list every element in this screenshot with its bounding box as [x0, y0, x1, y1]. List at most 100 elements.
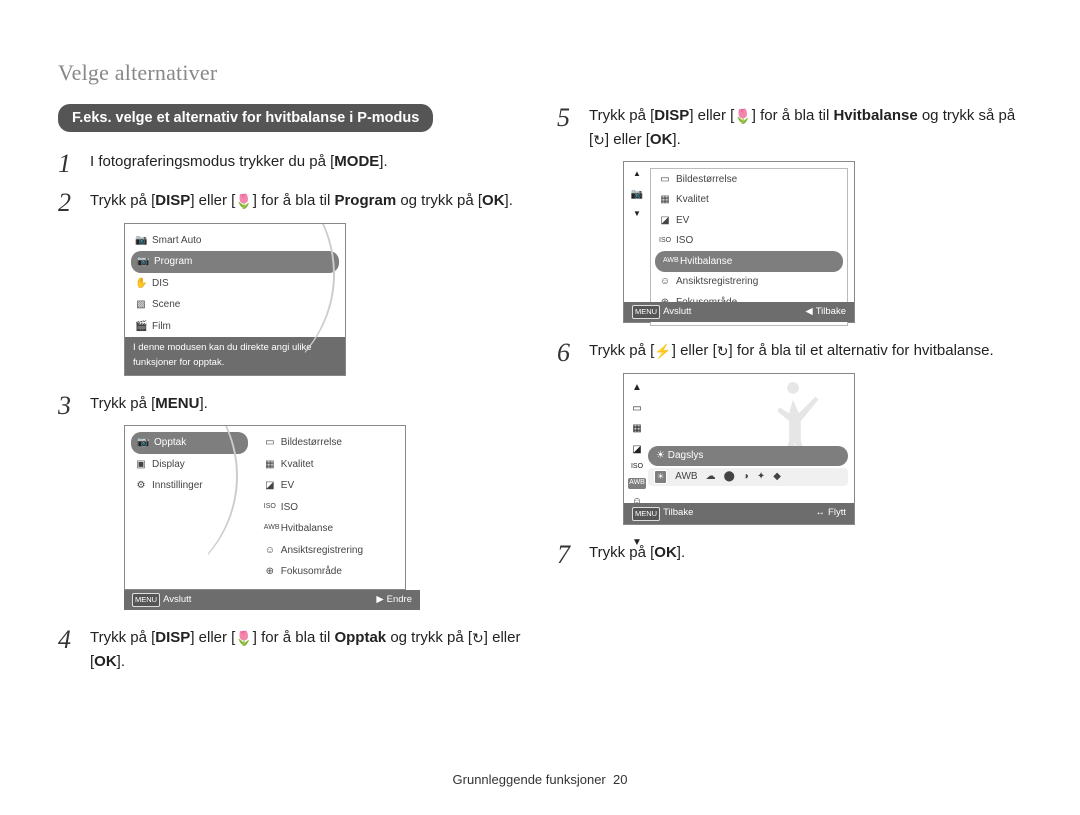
lcd3-right-item: ISO ISO: [254, 497, 405, 519]
step-2: 2 Trykk på [DISP] eller [🌷] for å bla ti…: [58, 189, 523, 376]
menu-btn-icon: MENU: [632, 305, 660, 319]
lcd3-right-item: ⊕Fokusområde: [254, 561, 405, 583]
step-number: 4: [58, 620, 71, 660]
menu-btn-icon: MENU: [632, 507, 660, 521]
step-1: 1 I fotograferingsmodus trykker du på [M…: [58, 150, 523, 173]
lcd1-item: ✋DIS: [125, 273, 345, 295]
lcd3-right-item: AWBHvitbalanse: [254, 518, 405, 540]
lcd5-footer: MENUAvslutt ◀Tilbake: [624, 302, 854, 323]
scene-icon: ▧: [135, 297, 147, 313]
ev-icon: ◪: [264, 478, 276, 494]
gear-icon: ⚙: [135, 478, 147, 494]
ev-icon: ◪: [632, 442, 641, 458]
camera-icon: 📷: [137, 435, 149, 451]
label: Scene: [152, 297, 180, 313]
footer-label: Flytt: [828, 506, 846, 521]
lcd3-left-item: ⚙ Innstillinger: [125, 475, 254, 497]
right-arrow-icon: ▶: [376, 593, 383, 608]
step-number: 6: [557, 333, 570, 373]
lcd-menu: 📷 Opptak ▣ Display ⚙ Innstillinger ▭Bildest…: [124, 425, 406, 590]
face-icon: ☺: [264, 543, 276, 559]
step-3: 3 Trykk på [MENU]. 📷Opptak ▣Display ⚙Inn…: [58, 392, 523, 610]
label: Opptak: [154, 435, 186, 451]
quality-icon: ▦: [264, 457, 276, 473]
ok-key: OK: [482, 192, 505, 209]
program-icon: 📷: [137, 254, 149, 270]
flash-icon: ⚡: [654, 343, 671, 359]
label: Kvalitet: [281, 457, 314, 473]
wb-option: ◑: [743, 469, 749, 485]
face-icon: ☺: [659, 274, 671, 290]
step-number: 2: [58, 183, 71, 223]
t: ] for å bla til: [752, 107, 834, 124]
step-7: 7 Trykk på [OK].: [557, 541, 1022, 564]
lcd1-item: ▧ Scene: [125, 294, 345, 316]
t: Trykk på [: [589, 342, 654, 359]
label: Film: [152, 319, 171, 335]
footer-label: Avslutt: [663, 305, 691, 320]
label: DIS: [152, 276, 169, 292]
step-number: 1: [58, 144, 71, 184]
menu-btn-icon: MENU: [132, 593, 160, 607]
wb-option: ☁: [706, 469, 716, 485]
disp-key: DISP: [155, 192, 190, 209]
t: ] eller [: [689, 107, 734, 124]
macro-icon: 🌷: [235, 630, 252, 646]
lcd3-right-item: ◪ EV: [254, 475, 405, 497]
label: Fokusområde: [281, 564, 342, 580]
t: Trykk på [: [90, 192, 155, 209]
ok-key: OK: [654, 544, 677, 561]
size-icon: ▭: [264, 435, 276, 451]
lcd5-item: ◪EV: [651, 210, 847, 231]
label: EV: [281, 478, 294, 494]
label: ISO: [281, 500, 298, 516]
right-column: 5 Trykk på [DISP] eller [🌷] for å bla ti…: [557, 104, 1022, 689]
ev-icon: ◪: [659, 213, 671, 229]
t: ] eller [: [190, 629, 235, 646]
lcd5-item: ▭Bildestørrelse: [651, 169, 847, 190]
wb-option: ✦: [757, 469, 765, 485]
lcd1-caption: I denne modusen kan du direkte angi ulik…: [125, 337, 345, 374]
lcd3-footer: MENUAvslutt ▶Endre: [124, 590, 420, 611]
quality-icon: ▦: [632, 421, 641, 437]
step-5: 5 Trykk på [DISP] eller [🌷] for å bla ti…: [557, 104, 1022, 323]
step-4: 4 Trykk på [DISP] eller [🌷] for å bla ti…: [58, 626, 523, 673]
lcd1-item-selected: 📷 Program: [131, 251, 339, 273]
t: ].: [672, 131, 680, 148]
wb-option: ◆: [773, 469, 781, 485]
iso-icon: ISO: [264, 502, 276, 513]
lcd3-right-item: ▭Bildestørrelse: [254, 432, 405, 454]
display-icon: ▣: [135, 457, 147, 473]
footer-label: Tilbake: [663, 506, 693, 521]
lcd3-left-item-selected: 📷 Opptak: [131, 432, 248, 454]
up-arrow-icon: ▲: [633, 168, 641, 180]
label: Display: [152, 457, 185, 473]
label: Innstillinger: [152, 478, 203, 494]
lcd-hvitbalanse-list: ▲ 📷 ▼ ▭Bildestørrelse ▦Kvalitet ◪EV ISOI…: [623, 161, 855, 323]
label: Program: [154, 254, 192, 270]
lcd3-right-item: ▦ Kvalitet: [254, 454, 405, 476]
t: ].: [199, 395, 207, 412]
t: ] for å bla til: [253, 192, 335, 209]
disp-key: DISP: [654, 107, 689, 124]
film-icon: 🎬: [135, 319, 147, 335]
macro-icon: 🌷: [734, 108, 751, 124]
lcd5-item: ▦Kvalitet: [651, 190, 847, 211]
lcd1-item: 📷Smart Auto: [125, 230, 345, 252]
camera-icon: 📷: [631, 187, 643, 203]
opptak-bold: Opptak: [334, 629, 386, 646]
awb-icon-selected: AWB: [628, 478, 646, 489]
t: og trykk på [: [396, 192, 482, 209]
step1-text-b: ].: [379, 153, 387, 170]
lcd-mode-dial: 📷Smart Auto 📷 Program ✋DIS ▧ Scene 🎬 Film I…: [124, 223, 346, 376]
hvitbalanse-bold: Hvitbalanse: [833, 107, 917, 124]
wb-option-selected: ☀: [654, 470, 667, 484]
down-arrow-icon: ▼: [633, 208, 641, 220]
t: ] eller [: [605, 131, 650, 148]
ok-key: OK: [650, 131, 673, 148]
lcd5-item: ☺Ansiktsregistrering: [651, 272, 847, 293]
lcd3-right-item: ☺Ansiktsregistrering: [254, 540, 405, 562]
page-footer: Grunnleggende funksjoner 20: [0, 772, 1080, 787]
t: Trykk på [: [90, 629, 155, 646]
iso-icon: ISO: [631, 462, 643, 473]
